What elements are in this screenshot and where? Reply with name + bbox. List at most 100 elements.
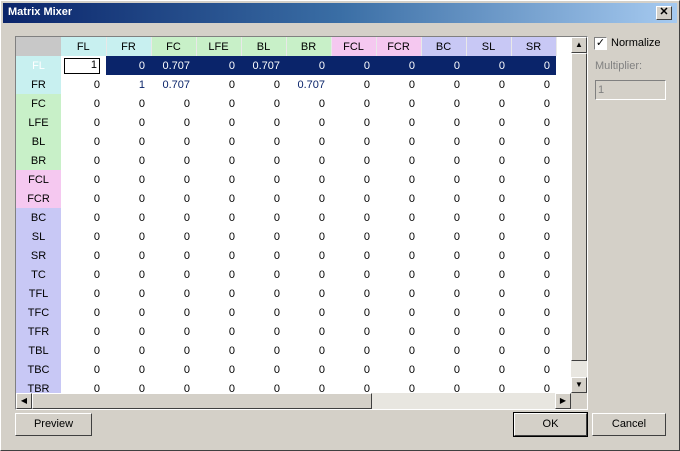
- matrix-cell[interactable]: 0: [331, 284, 376, 303]
- matrix-cell[interactable]: 0: [331, 246, 376, 265]
- matrix-cell[interactable]: 0: [61, 208, 106, 227]
- matrix-cell[interactable]: 0: [106, 379, 151, 393]
- matrix-cell[interactable]: 0: [466, 246, 511, 265]
- matrix-cell[interactable]: 0: [241, 132, 286, 151]
- matrix-cell[interactable]: 0: [331, 208, 376, 227]
- matrix-cell[interactable]: 0: [331, 265, 376, 284]
- matrix-cell[interactable]: 0: [376, 113, 421, 132]
- row-header-fl[interactable]: FL: [16, 56, 61, 75]
- matrix-cell[interactable]: 0: [466, 227, 511, 246]
- matrix-cell[interactable]: 0: [466, 56, 511, 75]
- matrix-cell[interactable]: 0: [376, 151, 421, 170]
- matrix-cell[interactable]: 0: [286, 341, 331, 360]
- matrix-cell[interactable]: 0: [61, 246, 106, 265]
- matrix-cell[interactable]: 0: [286, 265, 331, 284]
- matrix-cell[interactable]: 0: [151, 360, 196, 379]
- matrix-cell[interactable]: 0: [331, 113, 376, 132]
- title-bar[interactable]: Matrix Mixer ✕: [3, 3, 677, 23]
- matrix-cell[interactable]: 0: [151, 151, 196, 170]
- matrix-cell[interactable]: 0: [421, 379, 466, 393]
- matrix-cell[interactable]: 0: [106, 94, 151, 113]
- matrix-cell[interactable]: 0: [466, 265, 511, 284]
- matrix-cell[interactable]: 0: [286, 132, 331, 151]
- matrix-cell[interactable]: 0: [106, 113, 151, 132]
- matrix-cell[interactable]: 0: [466, 94, 511, 113]
- matrix-cell[interactable]: 0: [286, 208, 331, 227]
- matrix-cell[interactable]: 0: [376, 341, 421, 360]
- matrix-cell[interactable]: 0: [196, 284, 241, 303]
- matrix-cell[interactable]: 0: [421, 208, 466, 227]
- matrix-cell[interactable]: 0: [241, 227, 286, 246]
- column-header-sr[interactable]: SR: [511, 37, 557, 56]
- matrix-cell[interactable]: 0: [61, 170, 106, 189]
- matrix-cell[interactable]: 0: [286, 170, 331, 189]
- matrix-cell[interactable]: 0: [376, 132, 421, 151]
- matrix-cell[interactable]: 0: [241, 151, 286, 170]
- matrix-cell[interactable]: 0: [376, 360, 421, 379]
- matrix-cell[interactable]: 0: [466, 322, 511, 341]
- matrix-cell[interactable]: 0: [376, 75, 421, 94]
- row-header-lfe[interactable]: LFE: [16, 113, 61, 132]
- matrix-cell[interactable]: 0: [106, 189, 151, 208]
- matrix-cell[interactable]: 0: [106, 208, 151, 227]
- matrix-cell[interactable]: 0: [151, 113, 196, 132]
- vertical-scroll-thumb[interactable]: [571, 53, 587, 361]
- matrix-cell[interactable]: 0: [61, 151, 106, 170]
- row-header-fr[interactable]: FR: [16, 75, 61, 94]
- matrix-cell[interactable]: 0: [241, 379, 286, 393]
- matrix-cell[interactable]: 0: [61, 227, 106, 246]
- matrix-cell[interactable]: 0: [466, 132, 511, 151]
- matrix-cell[interactable]: 0: [511, 151, 556, 170]
- matrix-cell[interactable]: 0: [106, 170, 151, 189]
- column-header-bl[interactable]: BL: [241, 37, 287, 56]
- matrix-cell[interactable]: 0: [421, 56, 466, 75]
- row-header-br[interactable]: BR: [16, 151, 61, 170]
- matrix-cell[interactable]: 0: [106, 151, 151, 170]
- matrix-cell[interactable]: 0: [286, 56, 331, 75]
- horizontal-scroll-thumb[interactable]: [32, 393, 372, 409]
- matrix-cell[interactable]: 0: [421, 341, 466, 360]
- matrix-cell[interactable]: 0: [286, 303, 331, 322]
- row-header-bc[interactable]: BC: [16, 208, 61, 227]
- matrix-cell[interactable]: 0: [376, 227, 421, 246]
- matrix-cell[interactable]: 0: [331, 189, 376, 208]
- row-header-tbc[interactable]: TBC: [16, 360, 61, 379]
- matrix-cell[interactable]: 0: [421, 227, 466, 246]
- matrix-cell[interactable]: 0: [241, 246, 286, 265]
- matrix-cell[interactable]: 0: [466, 208, 511, 227]
- matrix-cell[interactable]: 0: [331, 303, 376, 322]
- matrix-cell[interactable]: 0: [286, 360, 331, 379]
- matrix-cell[interactable]: 0: [421, 75, 466, 94]
- matrix-cell[interactable]: 0: [241, 265, 286, 284]
- matrix-cell[interactable]: 0: [106, 360, 151, 379]
- preview-button[interactable]: Preview: [15, 413, 92, 436]
- matrix-cell[interactable]: 0: [241, 94, 286, 113]
- row-header-bl[interactable]: BL: [16, 132, 61, 151]
- matrix-cell[interactable]: 0: [421, 94, 466, 113]
- row-header-fcr[interactable]: FCR: [16, 189, 61, 208]
- matrix-cell[interactable]: 0: [331, 75, 376, 94]
- matrix-cell[interactable]: 0: [61, 360, 106, 379]
- matrix-cell[interactable]: 0: [241, 322, 286, 341]
- matrix-cell[interactable]: 0.707: [151, 75, 196, 94]
- matrix-cell[interactable]: 0: [421, 303, 466, 322]
- normalize-checkbox[interactable]: ✓: [594, 37, 607, 50]
- matrix-cell[interactable]: 0: [196, 246, 241, 265]
- matrix-cell[interactable]: 0: [286, 322, 331, 341]
- matrix-cell[interactable]: 0: [511, 341, 556, 360]
- matrix-cell[interactable]: 0: [331, 94, 376, 113]
- matrix-cell[interactable]: 0: [106, 132, 151, 151]
- matrix-cell[interactable]: 0: [196, 56, 241, 75]
- matrix-cell[interactable]: 0: [466, 113, 511, 132]
- matrix-cell[interactable]: 0: [331, 227, 376, 246]
- matrix-cell[interactable]: 0: [421, 360, 466, 379]
- matrix-cell[interactable]: 0.707: [241, 56, 286, 75]
- matrix-cell[interactable]: 0: [511, 75, 556, 94]
- matrix-cell[interactable]: 0: [421, 322, 466, 341]
- row-header-tc[interactable]: TC: [16, 265, 61, 284]
- matrix-cell[interactable]: 0: [511, 303, 556, 322]
- matrix-cell[interactable]: 0: [241, 208, 286, 227]
- matrix-cell[interactable]: 0: [196, 379, 241, 393]
- matrix-cell[interactable]: 0: [106, 284, 151, 303]
- matrix-cell[interactable]: 0: [61, 265, 106, 284]
